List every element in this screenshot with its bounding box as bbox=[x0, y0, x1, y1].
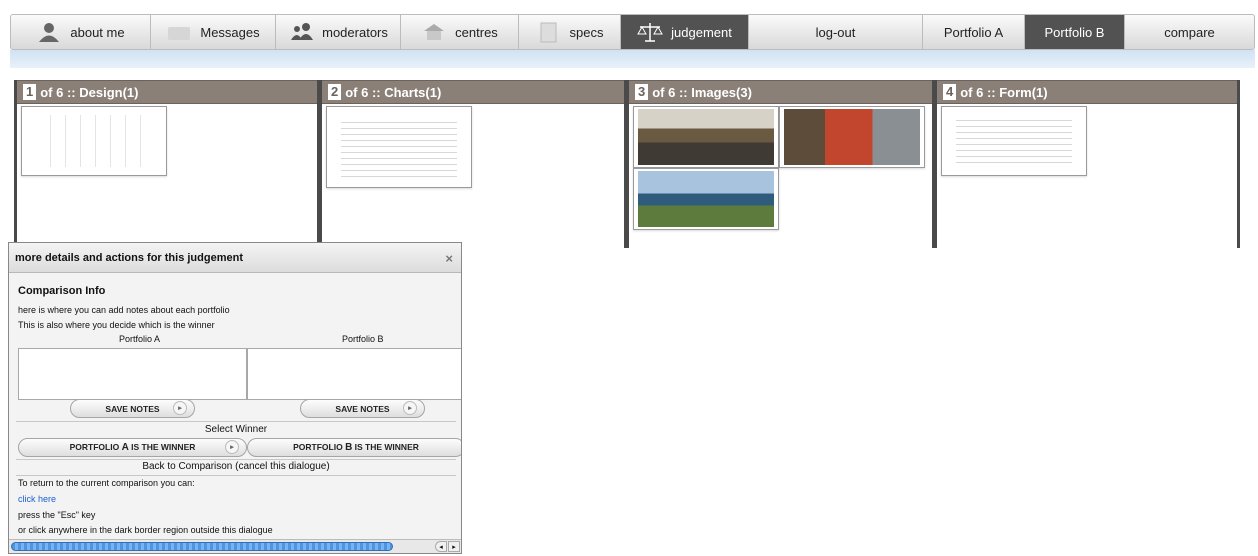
panel-header: 1 of 6 :: Design(1) bbox=[17, 80, 317, 104]
panel-form: 4 of 6 :: Form(1) bbox=[934, 80, 1240, 248]
charts-thumbnail[interactable] bbox=[326, 106, 472, 188]
nav-about-me[interactable]: about me bbox=[11, 15, 151, 49]
back-to-comparison-link[interactable]: Back to Comparison (cancel this dialogue… bbox=[9, 461, 461, 472]
image-thumbnail[interactable] bbox=[633, 106, 779, 168]
design-thumbnail[interactable] bbox=[21, 106, 167, 176]
nav-centres[interactable]: centres bbox=[401, 15, 519, 49]
horizontal-scrollbar[interactable]: ◂ ▸ bbox=[9, 539, 461, 553]
chevron-right-icon: ▸ bbox=[173, 401, 187, 415]
nav-label: about me bbox=[70, 24, 125, 40]
portfolio-a-label: Portfolio A bbox=[119, 334, 161, 344]
specs-icon bbox=[536, 21, 562, 43]
portfolio-b-notes[interactable] bbox=[247, 348, 461, 400]
image-thumbnail[interactable] bbox=[633, 168, 779, 230]
nav-label: centres bbox=[455, 24, 498, 40]
panel-header: 4 of 6 :: Form(1) bbox=[937, 80, 1237, 104]
panel-number: 4 bbox=[943, 84, 957, 100]
portfolio-b-label: Portfolio B bbox=[342, 334, 384, 344]
panel-title: of 6 :: Charts(1) bbox=[345, 84, 442, 100]
nav-compare[interactable]: compare bbox=[1125, 15, 1254, 49]
scroll-left-icon[interactable]: ◂ bbox=[435, 541, 447, 552]
info-line: here is where you can add notes about ea… bbox=[18, 305, 230, 315]
esc-text: press the "Esc" key bbox=[18, 510, 96, 520]
panel-number: 1 bbox=[23, 84, 37, 100]
messages-icon bbox=[166, 21, 192, 43]
nav-label: specs bbox=[569, 24, 604, 40]
nav-label: moderators bbox=[322, 24, 388, 40]
panel-title: of 6 :: Design(1) bbox=[40, 84, 139, 100]
return-text: To return to the current comparison you … bbox=[18, 478, 195, 488]
panel-design: 1 of 6 :: Design(1) bbox=[14, 80, 320, 248]
panel-header: 2 of 6 :: Charts(1) bbox=[322, 80, 624, 104]
scales-icon bbox=[637, 21, 664, 43]
panel-images: 3 of 6 :: Images(3) bbox=[626, 80, 935, 248]
user-icon bbox=[36, 21, 62, 43]
form-thumbnail[interactable] bbox=[941, 106, 1087, 176]
judgement-dialog: more details and actions for this judgem… bbox=[8, 242, 462, 554]
nav-log-out[interactable]: log-out bbox=[749, 15, 923, 49]
nav-label: judgement bbox=[671, 24, 732, 40]
scrollbar-thumb[interactable] bbox=[11, 542, 393, 551]
panel-charts: 2 of 6 :: Charts(1) bbox=[319, 80, 627, 248]
portfolio-a-notes[interactable] bbox=[18, 348, 247, 400]
panel-title: of 6 :: Images(3) bbox=[652, 84, 752, 100]
select-winner-label: Select Winner bbox=[204, 424, 268, 435]
centres-icon bbox=[421, 21, 447, 43]
nav-shadow-bar bbox=[10, 50, 1255, 68]
divider bbox=[16, 475, 456, 476]
save-notes-a-button[interactable]: SAVE NOTES ▸ bbox=[70, 399, 195, 418]
chevron-right-icon: ▸ bbox=[403, 401, 417, 415]
nav-moderators[interactable]: moderators bbox=[276, 15, 401, 49]
divider bbox=[16, 459, 456, 460]
portfolio-b-winner-button[interactable]: PORTFOLIO B IS THE WINNER bbox=[247, 438, 461, 457]
nav-judgement[interactable]: judgement bbox=[621, 15, 749, 49]
dialog-title: more details and actions for this judgem… bbox=[15, 251, 243, 264]
moderators-icon bbox=[288, 21, 314, 43]
click-here-link[interactable]: click here bbox=[18, 494, 56, 504]
portfolio-a-winner-button[interactable]: PORTFOLIO A IS THE WINNER ▸ bbox=[18, 438, 247, 457]
nav-portfolio-a[interactable]: Portfolio A bbox=[923, 15, 1025, 49]
scroll-right-icon[interactable]: ▸ bbox=[448, 541, 460, 552]
dialog-titlebar: more details and actions for this judgem… bbox=[9, 243, 461, 273]
nav-label: Portfolio A bbox=[943, 24, 1004, 40]
panel-title: of 6 :: Form(1) bbox=[960, 84, 1048, 100]
info-line: This is also where you decide which is t… bbox=[18, 320, 215, 330]
nav-messages[interactable]: Messages bbox=[151, 15, 276, 49]
nav-label: Messages bbox=[200, 24, 260, 40]
close-icon[interactable]: × bbox=[445, 251, 453, 266]
panel-header: 3 of 6 :: Images(3) bbox=[629, 80, 932, 104]
save-notes-b-button[interactable]: SAVE NOTES ▸ bbox=[300, 399, 425, 418]
panel-number: 3 bbox=[635, 84, 649, 100]
image-thumbnail[interactable] bbox=[779, 106, 925, 168]
nav-specs[interactable]: specs bbox=[519, 15, 621, 49]
nav-label: compare bbox=[1164, 24, 1215, 40]
chevron-right-icon: ▸ bbox=[225, 440, 239, 454]
nav-portfolio-b[interactable]: Portfolio B bbox=[1025, 15, 1125, 49]
outside-text: or click anywhere in the dark border reg… bbox=[18, 525, 273, 535]
section-heading: Comparison Info bbox=[18, 285, 106, 297]
nav-label: Portfolio B bbox=[1044, 24, 1105, 40]
panel-number: 2 bbox=[328, 84, 342, 100]
nav-label: log-out bbox=[815, 24, 856, 40]
divider bbox=[16, 421, 456, 422]
top-navigation: about me Messages moderators centres spe… bbox=[10, 14, 1255, 50]
